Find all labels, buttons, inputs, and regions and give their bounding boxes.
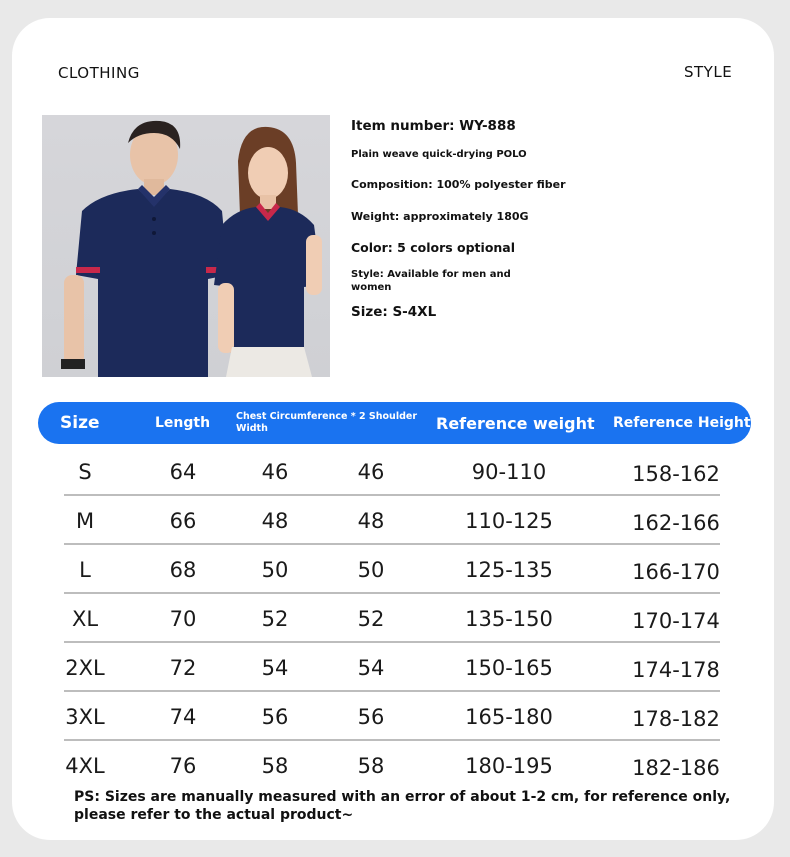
table-row: 3XL 74 56 56 165-180 178-182: [0, 693, 790, 742]
cell-weight: 180-195: [465, 754, 553, 778]
style: Style: Available for men and women: [351, 269, 511, 293]
cell-weight: 125-135: [465, 558, 553, 582]
row-divider: [64, 739, 720, 741]
cell-chest: 58: [261, 754, 289, 778]
cell-height: 166-170: [632, 560, 720, 584]
row-divider: [64, 641, 720, 643]
cell-shoulder: 48: [357, 509, 385, 533]
cell-length: 76: [169, 754, 197, 778]
row-divider: [64, 592, 720, 594]
cell-chest: 54: [261, 656, 289, 680]
cell-height: 174-178: [632, 658, 720, 682]
cell-size: M: [75, 509, 95, 533]
cell-shoulder: 56: [357, 705, 385, 729]
header-chest-shoulder: Chest Circumference * 2 Shoulder Width: [236, 411, 418, 434]
cell-size: 4XL: [65, 754, 105, 778]
cell-height: 170-174: [632, 609, 720, 633]
size-table-header: Size Length Chest Circumference * 2 Shou…: [38, 402, 751, 444]
models-wearing-navy-polo-icon: [61, 120, 322, 377]
cell-height: 178-182: [632, 707, 720, 731]
cell-shoulder: 52: [357, 607, 385, 631]
cell-chest: 50: [261, 558, 289, 582]
table-row: M 66 48 48 110-125 162-166: [0, 497, 790, 546]
weight: Weight: approximately 180G: [351, 210, 529, 223]
product-type: Plain weave quick-drying POLO: [351, 149, 527, 160]
size-range: Size: S-4XL: [351, 304, 437, 320]
header-length: Length: [155, 415, 211, 431]
cell-length: 70: [169, 607, 197, 631]
cell-height: 182-186: [632, 756, 720, 780]
style-label: STYLE: [684, 63, 733, 81]
cell-length: 74: [169, 705, 197, 729]
cell-length: 72: [169, 656, 197, 680]
item-number: Item number: WY-888: [351, 118, 516, 134]
header-reference-height: Reference Height: [613, 415, 751, 431]
row-divider: [64, 494, 720, 496]
cell-size: L: [79, 558, 91, 582]
cell-height: 158-162: [632, 462, 720, 486]
table-row: 2XL 72 54 54 150-165 174-178: [0, 644, 790, 693]
cell-size: 3XL: [65, 705, 105, 729]
cell-weight: 165-180: [465, 705, 553, 729]
table-row: 4XL 76 58 58 180-195 182-186: [0, 742, 790, 791]
cell-shoulder: 46: [357, 460, 385, 484]
cell-size: XL: [71, 607, 99, 631]
color-options: Color: 5 colors optional: [351, 240, 516, 255]
row-divider: [64, 543, 720, 545]
header-size: Size: [60, 413, 100, 433]
measurement-note: PS: Sizes are manually measured with an …: [74, 789, 731, 823]
header-reference-weight: Reference weight: [436, 413, 595, 433]
cell-length: 64: [169, 460, 197, 484]
cell-size: S: [78, 460, 92, 484]
clothing-label: CLOTHING: [58, 64, 140, 82]
composition: Composition: 100% polyester fiber: [351, 178, 566, 191]
table-row: XL 70 52 52 135-150 170-174: [0, 595, 790, 644]
cell-length: 66: [169, 509, 197, 533]
cell-chest: 52: [261, 607, 289, 631]
cell-size: 2XL: [65, 656, 105, 680]
cell-weight: 135-150: [465, 607, 553, 631]
cell-length: 68: [169, 558, 197, 582]
cell-weight: 150-165: [465, 656, 553, 680]
cell-weight: 110-125: [465, 509, 553, 533]
cell-height: 162-166: [632, 511, 720, 535]
table-row: L 68 50 50 125-135 166-170: [0, 546, 790, 595]
row-divider: [64, 690, 720, 692]
table-row: S 64 46 46 90-110 158-162: [0, 448, 790, 497]
cell-chest: 48: [261, 509, 289, 533]
female-model: [214, 126, 322, 377]
cell-shoulder: 50: [357, 558, 385, 582]
cell-chest: 46: [261, 460, 289, 484]
cell-chest: 56: [261, 705, 289, 729]
cell-shoulder: 54: [357, 656, 385, 680]
cell-shoulder: 58: [357, 754, 385, 778]
cell-weight: 90-110: [471, 460, 547, 484]
product-photo: [42, 115, 330, 377]
